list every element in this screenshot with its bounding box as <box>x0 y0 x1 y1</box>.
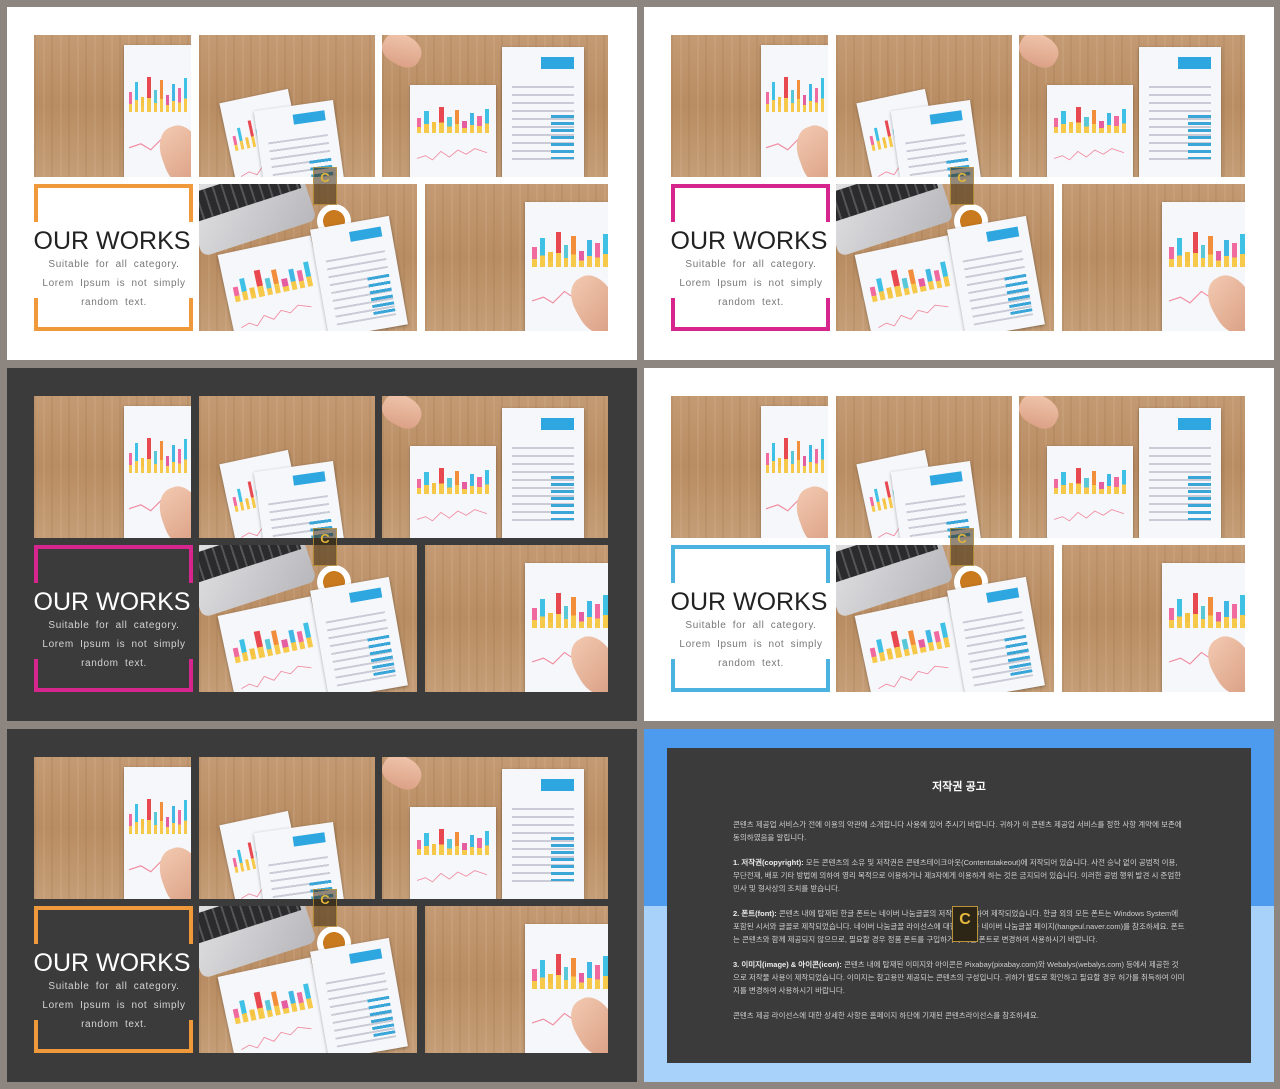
photo-tile-3[interactable] <box>1019 35 1245 177</box>
chart-document <box>1047 85 1133 177</box>
slide-subtitle-line-3: random text. <box>81 1019 147 1030</box>
report-document <box>310 576 408 692</box>
watermark-logo-icon: C <box>313 167 337 205</box>
photo-tile-4[interactable] <box>836 545 1054 692</box>
slide-copyright[interactable]: 저작권 공고 콘텐츠 제공업 서비스가 전에 이용의 약관에 소개합니다 사용에… <box>644 729 1274 1082</box>
slide-subtitle-line-1: Suitable for all category. <box>48 981 180 992</box>
slide-2[interactable]: C OUR WORKS Suitable for all category. Lore… <box>644 7 1274 360</box>
copyright-section-3: 3. 이미지(image) & 아이콘(icon): 콘텐츠 내에 탑재된 이미… <box>733 958 1185 997</box>
photo-tile-2[interactable] <box>199 35 375 177</box>
photo-tile-3[interactable] <box>382 35 608 177</box>
title-block: OUR WORKS Suitable for all category. Lorem… <box>671 227 831 312</box>
title-block: OUR WORKS Suitable for all category. Lorem… <box>34 227 194 312</box>
slide-subtitle-line-2: Lorem Ipsum is not simply <box>42 1000 186 1011</box>
slide-title: OUR WORKS <box>33 588 191 616</box>
watermark-logo-icon: C <box>950 528 974 566</box>
copyright-section-1: 1. 저작권(copyright): 모든 콘텐츠의 소유 및 저작권은 콘텐츠… <box>733 856 1185 895</box>
slide-subtitle-line-1: Suitable for all category. <box>48 620 180 631</box>
photo-tile-1[interactable] <box>671 35 828 177</box>
slide-subtitle-line-2: Lorem Ipsum is not simply <box>679 639 823 650</box>
report-document <box>253 821 349 899</box>
report-document <box>502 408 584 538</box>
photo-tile-2[interactable] <box>199 396 375 538</box>
watermark-logo-icon: C <box>950 167 974 205</box>
slide-subtitle-line-2: Lorem Ipsum is not simply <box>679 278 823 289</box>
photo-tile-5[interactable] <box>425 184 608 331</box>
report-document <box>1139 47 1221 177</box>
slide-subtitle-line-1: Suitable for all category. <box>685 620 817 631</box>
photo-tile-1[interactable] <box>34 35 191 177</box>
chart-document <box>410 807 496 899</box>
section-3-label: 3. 이미지(image) & 아이콘(icon): <box>733 960 842 969</box>
copyright-intro: 콘텐츠 제공업 서비스가 전에 이용의 약관에 소개합니다 사용에 있어 주시기… <box>733 820 1182 842</box>
title-block: OUR WORKS Suitable for all category. Lorem… <box>34 949 194 1034</box>
report-document <box>502 47 584 177</box>
slide-subtitle-line-1: Suitable for all category. <box>48 259 180 270</box>
slide-title: OUR WORKS <box>33 227 191 255</box>
slide-5[interactable]: C OUR WORKS Suitable for all category. Lore… <box>7 729 637 1082</box>
photo-tile-4[interactable] <box>199 906 417 1053</box>
hand-photo-detail <box>382 396 427 434</box>
photo-tile-1[interactable] <box>34 396 191 538</box>
report-document <box>253 99 349 177</box>
chart-document <box>410 446 496 538</box>
photo-tile-4[interactable] <box>836 184 1054 331</box>
slide-subtitle-line-2: Lorem Ipsum is not simply <box>42 639 186 650</box>
hand-photo-detail <box>382 757 427 795</box>
slide-3[interactable]: C OUR WORKS Suitable for all category. Lore… <box>7 368 637 721</box>
watermark-logo-icon: C <box>952 906 978 942</box>
photo-tile-5[interactable] <box>425 906 608 1053</box>
slide-subtitle-line-3: random text. <box>81 658 147 669</box>
chart-document <box>410 85 496 177</box>
slide-subtitle-line-2: Lorem Ipsum is not simply <box>42 278 186 289</box>
section-2-label: 2. 폰트(font): <box>733 909 777 918</box>
photo-tile-2[interactable] <box>836 396 1012 538</box>
slide-title: OUR WORKS <box>33 949 191 977</box>
slide-title: OUR WORKS <box>670 227 828 255</box>
copyright-panel: 저작권 공고 콘텐츠 제공업 서비스가 전에 이용의 약관에 소개합니다 사용에… <box>667 748 1251 1063</box>
photo-tile-1[interactable] <box>34 757 191 899</box>
photo-tile-5[interactable] <box>425 545 608 692</box>
report-document <box>310 215 408 331</box>
hand-photo-detail <box>1019 396 1064 434</box>
photo-tile-5[interactable] <box>1062 184 1245 331</box>
photo-tile-2[interactable] <box>199 757 375 899</box>
watermark-logo-icon: C <box>313 528 337 566</box>
report-document <box>1139 408 1221 538</box>
photo-tile-5[interactable] <box>1062 545 1245 692</box>
report-document <box>947 576 1045 692</box>
slide-1[interactable]: C OUR WORKS Suitable for all category. Lore… <box>7 7 637 360</box>
slide-4[interactable]: C OUR WORKS Suitable for all category. Lore… <box>644 368 1274 721</box>
report-document <box>947 215 1045 331</box>
report-document <box>890 460 986 538</box>
photo-tile-3[interactable] <box>382 396 608 538</box>
chart-document <box>1047 446 1133 538</box>
section-1-label: 1. 저작권(copyright): <box>733 858 804 867</box>
slide-subtitle-line-3: random text. <box>718 658 784 669</box>
photo-tile-2[interactable] <box>836 35 1012 177</box>
slide-title: OUR WORKS <box>670 588 828 616</box>
report-document <box>253 460 349 538</box>
copyright-outro: 콘텐츠 제공 라이선스에 대한 상세한 사항은 홈페이지 하단에 기재된 콘텐츠… <box>733 1011 1039 1020</box>
photo-tile-4[interactable] <box>199 184 417 331</box>
title-block: OUR WORKS Suitable for all category. Lorem… <box>671 588 831 673</box>
slide-subtitle-line-1: Suitable for all category. <box>685 259 817 270</box>
slide-subtitle-line-3: random text. <box>81 297 147 308</box>
watermark-logo-icon: C <box>313 889 337 927</box>
report-document <box>890 99 986 177</box>
photo-tile-3[interactable] <box>382 757 608 899</box>
title-block: OUR WORKS Suitable for all category. Lorem… <box>34 588 194 673</box>
slide-subtitle-line-3: random text. <box>718 297 784 308</box>
photo-tile-4[interactable] <box>199 545 417 692</box>
report-document <box>502 769 584 899</box>
hand-photo-detail <box>382 35 427 73</box>
photo-tile-3[interactable] <box>1019 396 1245 538</box>
hand-photo-detail <box>1019 35 1064 73</box>
copyright-title: 저작권 공고 <box>932 781 986 793</box>
report-document <box>310 937 408 1053</box>
photo-tile-1[interactable] <box>671 396 828 538</box>
